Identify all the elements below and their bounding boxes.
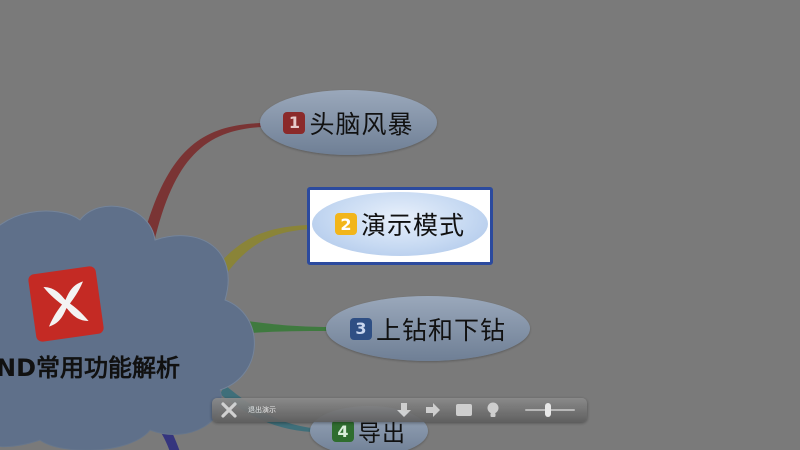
- lightbulb-icon[interactable]: [484, 401, 502, 419]
- topic-number-badge: 3: [349, 317, 372, 340]
- topic-number-badge: 1: [283, 111, 306, 134]
- topic-label: 头脑风暴: [309, 109, 414, 139]
- arrow-right-icon[interactable]: [424, 401, 442, 419]
- square-icon[interactable]: [455, 401, 473, 419]
- x-icon[interactable]: [220, 401, 238, 419]
- exit-presentation-label[interactable]: 退出演示: [248, 405, 276, 415]
- topic-presentation-mode[interactable]: 2 演示模式: [312, 192, 488, 256]
- arrow-down-icon[interactable]: [395, 401, 413, 419]
- presentation-stage: ND常用功能解析 1 头脑风暴 2 演示模式 3 上钻和下钻 4 导出 退出演示: [0, 0, 800, 450]
- topic-number-badge: 2: [334, 213, 357, 235]
- topic-label: 上钻和下钻: [375, 315, 506, 345]
- zoom-slider-knob[interactable]: [544, 403, 551, 417]
- topic-number-badge: 4: [332, 420, 354, 442]
- central-topic-title: ND常用功能解析: [0, 354, 181, 382]
- xmind-logo-icon: [25, 263, 106, 344]
- branch-1: [140, 123, 262, 252]
- presentation-toolbar: 退出演示: [212, 398, 587, 422]
- topic-drill-up-down[interactable]: 3 上钻和下钻: [326, 296, 530, 361]
- topic-brainstorm[interactable]: 1 头脑风暴: [260, 90, 437, 155]
- topic-label: 演示模式: [360, 211, 465, 240]
